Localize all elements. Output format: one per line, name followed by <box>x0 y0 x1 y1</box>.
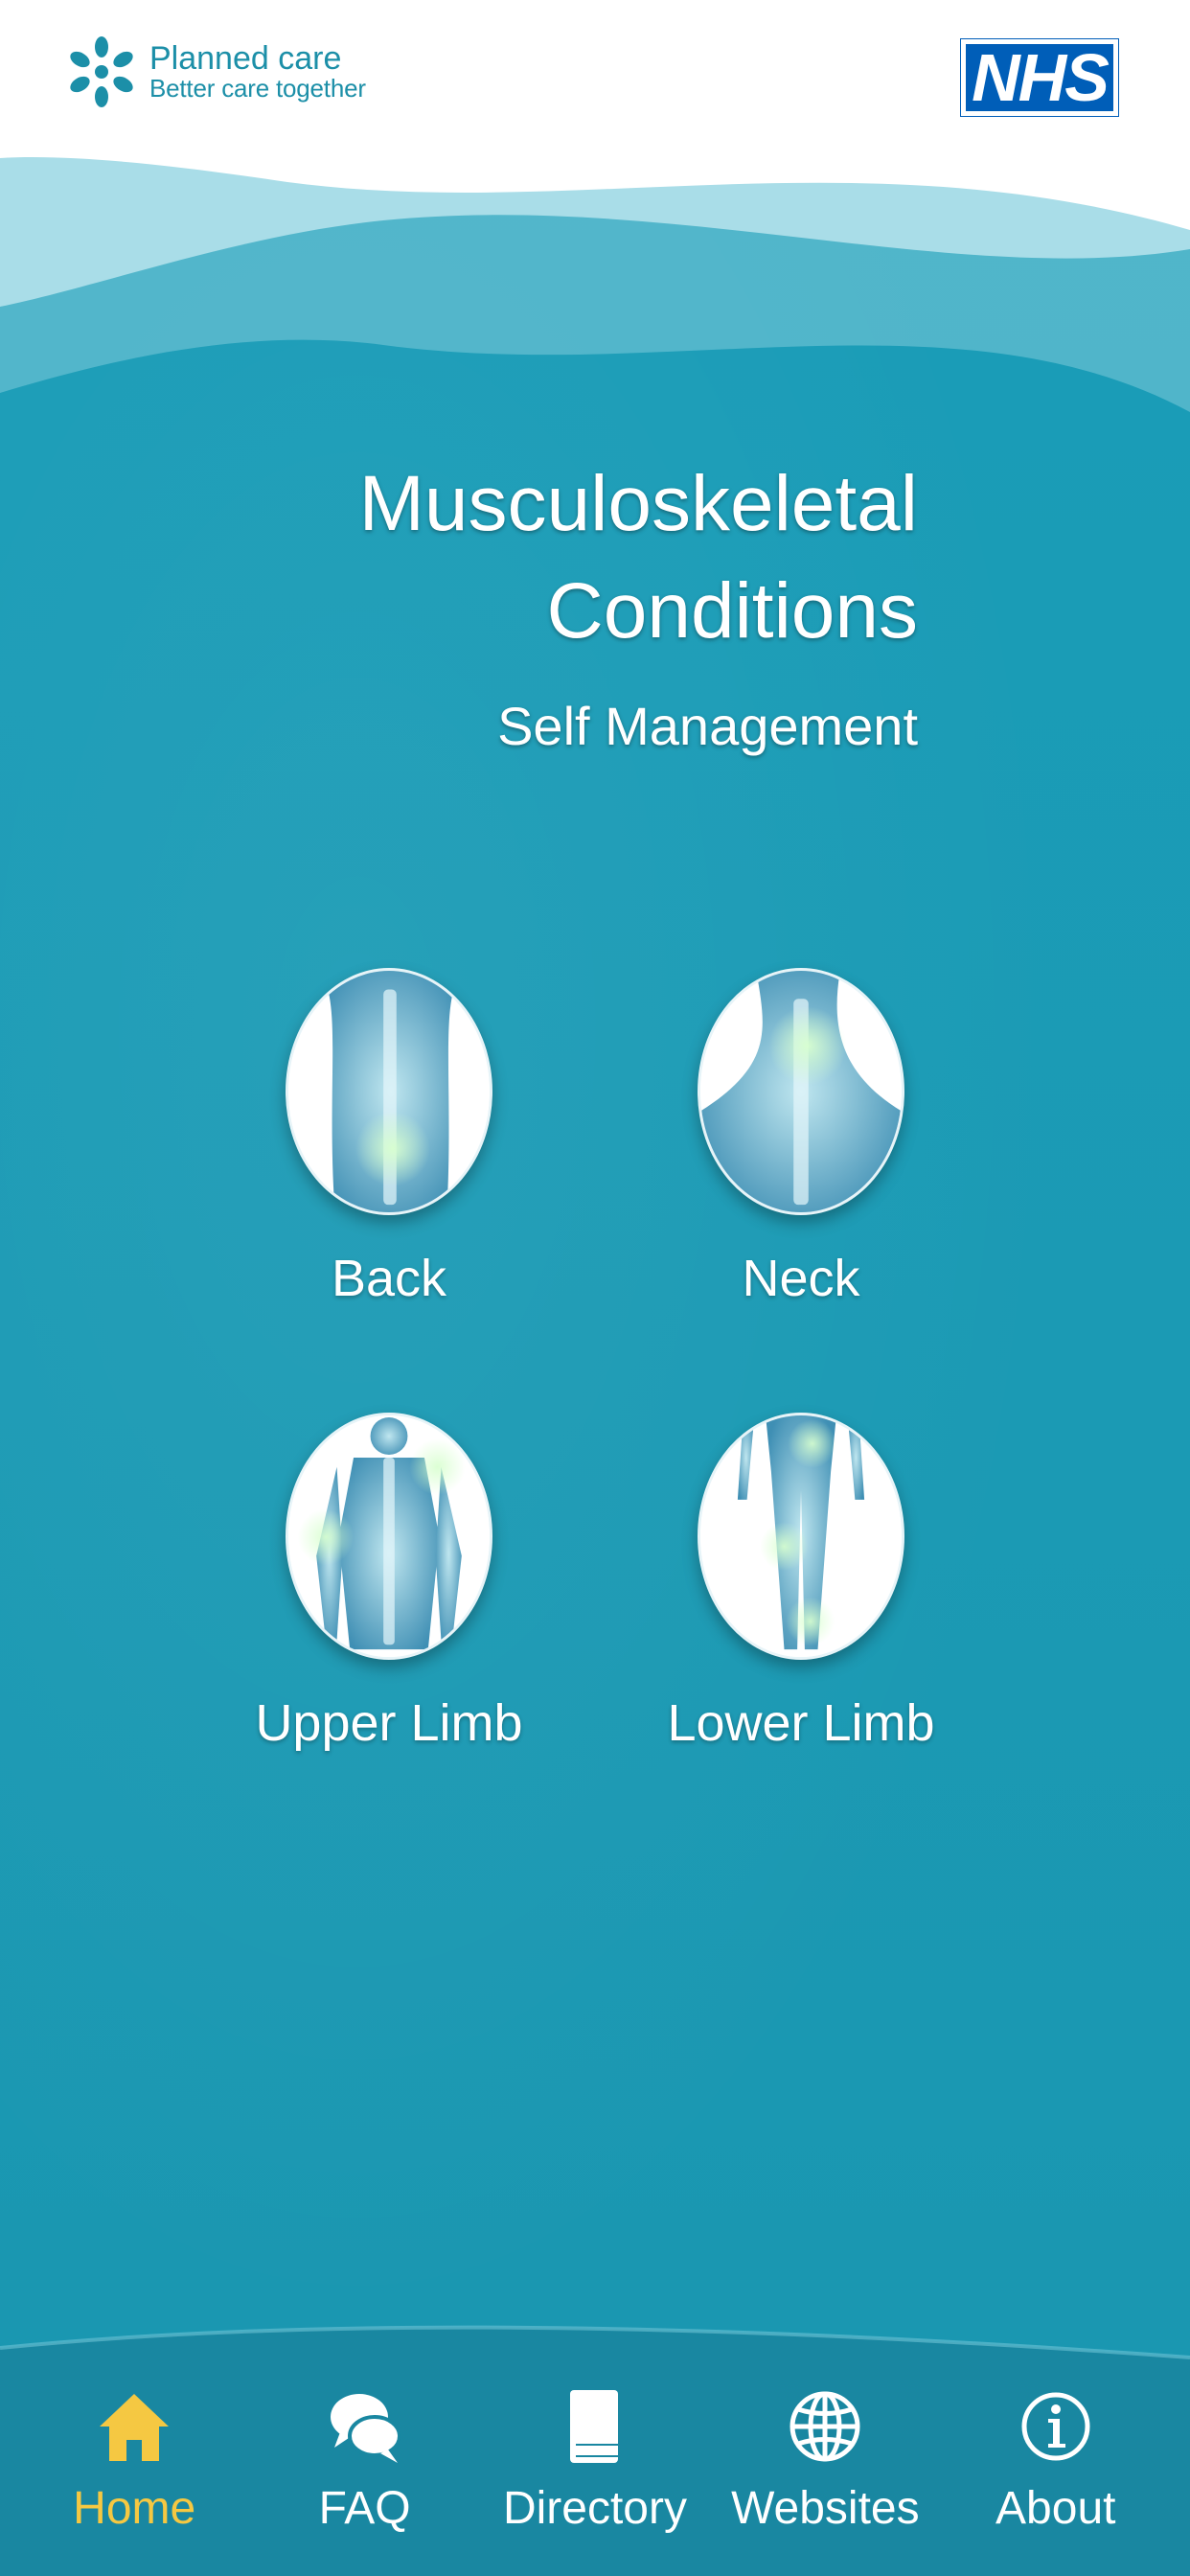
lower-limb-xray-image[interactable] <box>698 1413 904 1660</box>
neck-xray-image[interactable] <box>698 968 904 1215</box>
header: Planned care Better care together NHS <box>0 0 1190 441</box>
area-label: Upper Limb <box>255 1694 523 1752</box>
brand-subtitle: Better care together <box>149 74 366 104</box>
nhs-logo: NHS <box>960 38 1119 117</box>
area-tile-upper-limb[interactable]: Upper Limb <box>231 1413 547 1754</box>
title-block: Musculoskeletal Conditions Self Manageme… <box>0 450 918 761</box>
area-label: Back <box>331 1250 447 1307</box>
nav-directory[interactable]: Directory <box>490 2386 700 2568</box>
planned-care-logo-icon <box>70 36 133 107</box>
upper-limb-xray-image[interactable] <box>286 1413 492 1660</box>
page-title-line1: Musculoskeletal <box>358 460 918 547</box>
nav-websites[interactable]: Websites <box>720 2386 930 2568</box>
globe-icon <box>790 2391 860 2462</box>
planned-care-logo: Planned care Better care together <box>69 29 366 115</box>
area-label: Lower Limb <box>667 1694 935 1752</box>
page-subtitle: Self Management <box>497 696 918 756</box>
chat-bubbles-icon <box>330 2394 401 2463</box>
area-label: Neck <box>742 1250 860 1307</box>
nav-faq[interactable]: FAQ <box>260 2386 470 2568</box>
bottom-nav: Home FAQ Directory Websites About <box>0 2319 1190 2576</box>
nav-label: Directory <box>502 2483 687 2534</box>
area-tile-back[interactable]: Back <box>231 968 547 1309</box>
back-xray-image[interactable] <box>286 968 492 1215</box>
nav-label: Websites <box>731 2483 920 2534</box>
nav-about[interactable]: About <box>950 2386 1161 2568</box>
nav-label: FAQ <box>318 2483 411 2534</box>
book-icon <box>569 2390 618 2463</box>
nav-home[interactable]: Home <box>29 2386 240 2568</box>
area-tile-neck[interactable]: Neck <box>643 968 959 1309</box>
area-tile-lower-limb[interactable]: Lower Limb <box>643 1413 959 1754</box>
home-icon <box>100 2394 170 2461</box>
page-title-line2: Conditions <box>546 567 918 655</box>
info-icon <box>1021 2392 1090 2461</box>
brand-title: Planned care <box>149 39 342 77</box>
nav-label: About <box>995 2483 1116 2534</box>
nav-label: Home <box>73 2483 196 2534</box>
